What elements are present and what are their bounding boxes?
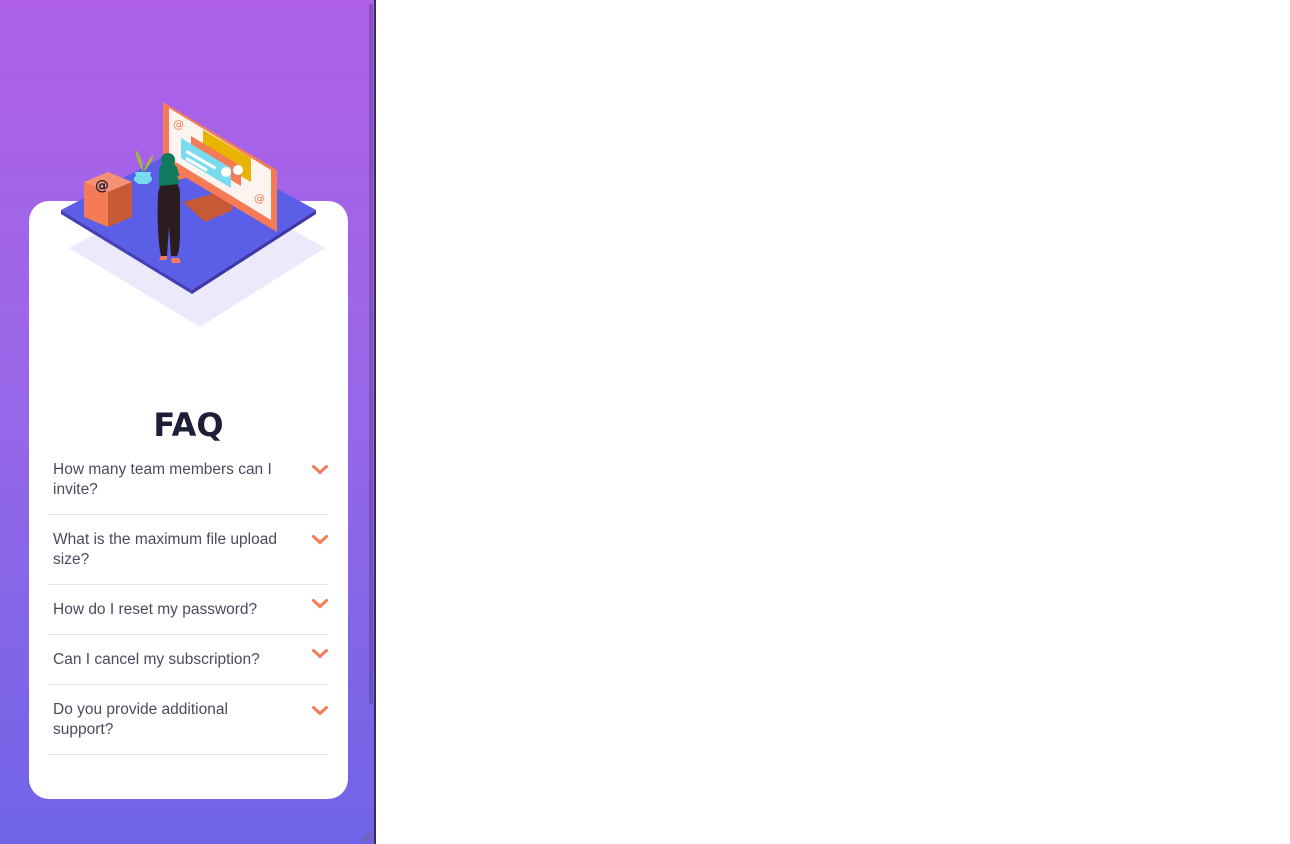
woman-online-illustration: @ @ @: [61, 102, 325, 327]
faq-item[interactable]: What is the maximum file upload size?: [48, 515, 328, 585]
faq-question[interactable]: Do you provide additional support?: [48, 700, 328, 740]
faq-question[interactable]: Can I cancel my subscription?: [48, 650, 328, 670]
faq-title: FAQ: [153, 406, 224, 444]
faq-list: How many team members can I invite? What…: [48, 456, 328, 755]
vertical-scrollbar[interactable]: [368, 0, 374, 844]
faq-item[interactable]: Can I cancel my subscription?: [48, 635, 328, 685]
chevron-down-icon[interactable]: [312, 649, 328, 659]
chevron-down-icon[interactable]: [312, 465, 328, 475]
faq-item[interactable]: Do you provide additional support?: [48, 685, 328, 755]
faq-question[interactable]: What is the maximum file upload size?: [48, 530, 328, 570]
faq-question[interactable]: How many team members can I invite?: [48, 460, 328, 500]
page-background: @ @ @ FAQ How many team members can I in…: [0, 0, 376, 844]
resize-grip-icon[interactable]: [360, 830, 372, 842]
faq-item[interactable]: How do I reset my password?: [48, 585, 328, 635]
svg-text:@: @: [95, 178, 109, 194]
chevron-down-icon[interactable]: [312, 599, 328, 609]
svg-text:@: @: [173, 118, 184, 131]
faq-question[interactable]: How do I reset my password?: [48, 600, 328, 620]
faq-item[interactable]: How many team members can I invite?: [48, 456, 328, 515]
chevron-down-icon[interactable]: [312, 706, 328, 716]
scrollbar-thumb[interactable]: [369, 4, 373, 704]
svg-text:@: @: [254, 192, 265, 205]
chevron-down-icon[interactable]: [312, 535, 328, 545]
